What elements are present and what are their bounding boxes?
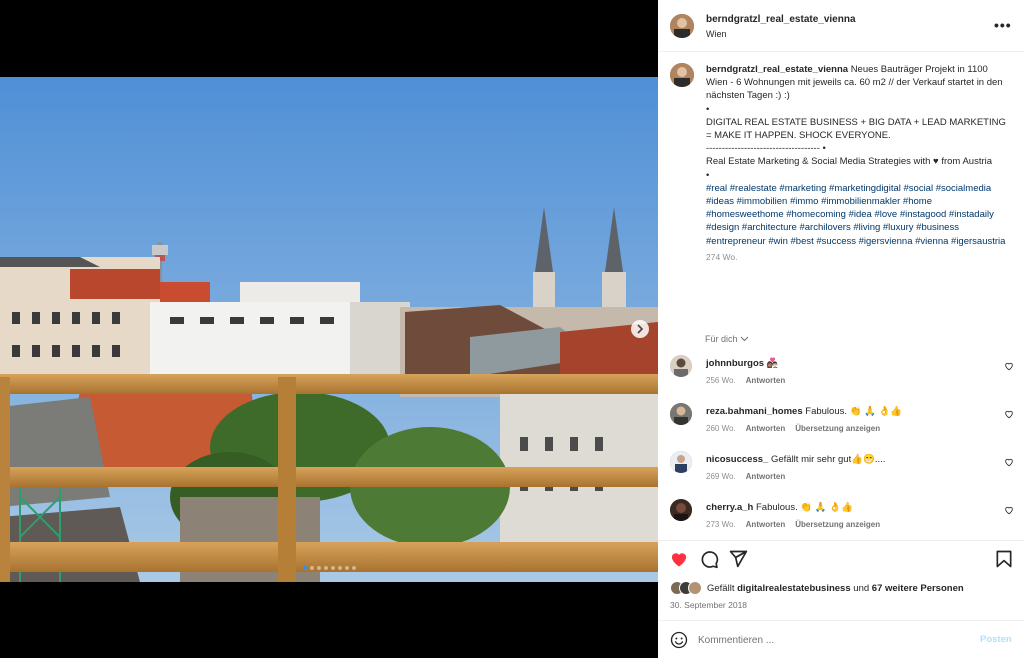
post-media <box>0 0 658 658</box>
heart-icon[interactable] <box>1004 505 1014 515</box>
likes-text: Gefällt digitalrealestatebusiness und 67… <box>707 583 964 594</box>
commenter-avatar[interactable] <box>670 451 692 473</box>
profile-photo <box>670 451 692 473</box>
carousel-dot <box>351 566 356 570</box>
heart-icon[interactable] <box>1004 457 1014 467</box>
translate-button[interactable]: Übersetzung anzeigen <box>795 424 880 433</box>
comment-input[interactable] <box>698 630 968 650</box>
caption-bullet: • <box>706 103 710 115</box>
chevron-right-icon <box>637 324 644 334</box>
comment-text: Gefällt mir sehr gut👍😁.... <box>770 454 886 465</box>
comment-item: nicosuccess_ Gefällt mir sehr gut👍😁.... … <box>670 451 1014 491</box>
add-comment-bar: Posten <box>658 620 1024 658</box>
comment-username[interactable]: nicosuccess_ <box>706 454 768 465</box>
likes-others[interactable]: 67 weitere Personen <box>872 583 964 594</box>
carousel-dot <box>302 566 307 570</box>
post-header: berndgratzl_real_estate_vienna Wien ••• <box>658 0 1024 52</box>
post-details-panel: berndgratzl_real_estate_vienna Wien ••• … <box>658 0 1024 658</box>
reply-button[interactable]: Antworten <box>746 472 786 481</box>
commenter-avatar[interactable] <box>670 355 692 377</box>
likes-user[interactable]: digitalrealestatebusiness <box>737 583 851 594</box>
comment-time: 256 Wo. <box>706 376 736 385</box>
carousel-dot <box>323 566 328 570</box>
caption-username[interactable]: berndgratzl_real_estate_vienna <box>706 64 848 75</box>
comment-body: nicosuccess_ Gefällt mir sehr gut👍😁.... <box>706 454 996 465</box>
likes-middle: und <box>853 582 870 594</box>
share-icon[interactable] <box>728 549 748 569</box>
carousel-dot <box>337 566 342 570</box>
comment-icon[interactable] <box>699 549 719 569</box>
comment-username[interactable]: reza.bahmani_homes <box>706 406 803 417</box>
caption-line: DIGITAL REAL ESTATE BUSINESS + BIG DATA … <box>706 116 1006 142</box>
comment-time: 273 Wo. <box>706 520 736 529</box>
post-comment-button[interactable]: Posten <box>980 634 1012 645</box>
rooftop-vienna-photo <box>0 77 658 582</box>
comment-item: johnnburgos 👩🏽‍❤️‍👨🏻 256 Wo. Antworten <box>670 355 1014 395</box>
comment-time: 269 Wo. <box>706 472 736 481</box>
comment-item: reza.bahmani_homes Fabulous. 👏 🙏 👌👍 260 … <box>670 403 1014 443</box>
more-icon[interactable]: ••• <box>994 17 1012 33</box>
carousel-dot <box>309 566 314 570</box>
post-date[interactable]: 30. September 2018 <box>670 600 747 610</box>
bookmark-icon[interactable] <box>995 549 1013 569</box>
comment-username[interactable]: cherry.a_h <box>706 502 753 513</box>
author-avatar[interactable] <box>670 63 694 87</box>
comment-text: 👩🏽‍❤️‍👨🏻 <box>766 358 779 369</box>
comment-sort-label: Für dich <box>705 334 738 344</box>
liker-avatar <box>688 581 702 595</box>
heart-icon[interactable] <box>1004 361 1014 371</box>
comment-text: Fabulous. 👏 🙏 👌👍 <box>756 502 853 513</box>
chevron-down-icon <box>740 336 749 342</box>
heart-icon[interactable] <box>1004 409 1014 419</box>
profile-photo <box>670 499 692 521</box>
carousel-indicator <box>0 566 658 570</box>
profile-photo <box>670 403 692 425</box>
carousel-dot <box>316 566 321 570</box>
caption-hashtags[interactable]: #ideas #immobilien #immo #immobilienmakl… <box>706 196 994 220</box>
comments-section: berndgratzl_real_estate_vienna Neues Bau… <box>658 52 1024 540</box>
likes-summary: Gefällt digitalrealestatebusiness und 67… <box>670 581 964 595</box>
profile-photo <box>670 14 694 38</box>
post-photo[interactable] <box>0 77 658 582</box>
comment-time: 260 Wo. <box>706 424 736 433</box>
comment-meta: 273 Wo. Antworten Übersetzung anzeigen <box>706 520 880 529</box>
emoji-icon[interactable] <box>670 631 688 649</box>
commenter-avatar[interactable] <box>670 499 692 521</box>
reply-button[interactable]: Antworten <box>746 520 786 529</box>
commenter-avatar[interactable] <box>670 403 692 425</box>
comment-username[interactable]: johnnburgos <box>706 358 764 369</box>
reply-button[interactable]: Antworten <box>746 376 786 385</box>
profile-photo <box>670 355 692 377</box>
comment-meta: 256 Wo. Antworten <box>706 376 785 385</box>
carousel-dot <box>344 566 349 570</box>
author-username[interactable]: berndgratzl_real_estate_vienna <box>706 14 856 25</box>
comment-text: Fabulous. 👏 🙏 👌👍 <box>805 406 903 417</box>
caption-time: 274 Wo. <box>706 251 738 262</box>
comment-body: johnnburgos 👩🏽‍❤️‍👨🏻 <box>706 358 996 369</box>
caption-line: Real Estate Marketing & Social Media Str… <box>706 156 993 168</box>
comment-meta: 269 Wo. Antworten <box>706 472 785 481</box>
comment-body: reza.bahmani_homes Fabulous. 👏 🙏 👌👍 <box>706 406 996 417</box>
comment-item: cherry.a_h Fabulous. 👏 🙏 👌👍 273 Wo. Antw… <box>670 499 1014 539</box>
comment-body: cherry.a_h Fabulous. 👏 🙏 👌👍 <box>706 502 996 513</box>
post-actions: Gefällt digitalrealestatebusiness und 67… <box>658 540 1024 620</box>
caption-bullet: • <box>706 169 710 181</box>
author-avatar[interactable] <box>670 14 694 38</box>
carousel-dot <box>330 566 335 570</box>
heart-icon[interactable] <box>669 549 689 569</box>
reply-button[interactable]: Antworten <box>746 424 786 433</box>
caption-hashtags[interactable]: #real #realestate #marketing #marketingd… <box>706 183 991 194</box>
caption-hashtags[interactable]: #design #architecture #archilovers #livi… <box>706 222 1005 246</box>
caption-divider: ------------------------------------ • <box>706 143 826 155</box>
comment-sort-dropdown[interactable]: Für dich <box>705 334 749 344</box>
translate-button[interactable]: Übersetzung anzeigen <box>795 520 880 529</box>
likes-prefix: Gefällt <box>707 582 735 594</box>
caption-text: berndgratzl_real_estate_vienna Neues Bau… <box>706 63 1006 264</box>
comment-meta: 260 Wo. Antworten Übersetzung anzeigen <box>706 424 880 433</box>
carousel-next-button[interactable] <box>631 320 649 338</box>
post-location[interactable]: Wien <box>706 29 727 39</box>
profile-photo <box>670 63 694 87</box>
